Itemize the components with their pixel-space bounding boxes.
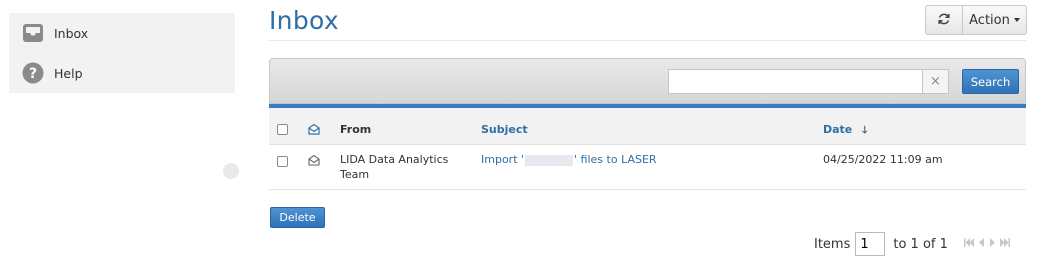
previous-page-icon[interactable] — [978, 238, 985, 250]
search-input[interactable] — [668, 69, 922, 94]
refresh-button[interactable] — [926, 6, 963, 34]
sidebar: Inbox ? Help — [9, 13, 235, 93]
caret-down-icon — [1013, 18, 1020, 22]
read-status-icon[interactable] — [308, 123, 320, 135]
help-icon: ? — [22, 62, 44, 84]
clear-search-button[interactable]: × — [922, 69, 949, 94]
svg-text:?: ? — [29, 66, 37, 82]
table-header: From Subject Date 🡓 — [269, 108, 1026, 145]
page-number-input[interactable] — [855, 232, 886, 256]
page-title: Inbox — [269, 6, 339, 35]
sidebar-item-label: Help — [54, 65, 83, 81]
redacted-text — [525, 154, 574, 166]
pagination: Items to 1 of 1 — [814, 232, 1010, 256]
close-icon: × — [930, 74, 941, 89]
column-header-subject[interactable]: Subject — [481, 123, 528, 136]
select-all-checkbox[interactable] — [277, 124, 288, 135]
sort-descending-icon: 🡓 — [862, 125, 868, 136]
items-label: Items — [814, 236, 851, 252]
refresh-icon — [937, 12, 951, 29]
scroll-handle[interactable] — [223, 163, 239, 179]
inbox-tray-icon — [22, 22, 44, 44]
message-from: LIDA Data Analytics Team — [340, 153, 449, 181]
sidebar-item-label: Inbox — [54, 25, 89, 41]
last-page-icon[interactable] — [999, 238, 1010, 250]
inbox-toolbar: × Search — [269, 58, 1026, 104]
column-header-date[interactable]: Date 🡓 — [823, 123, 867, 140]
action-label: Action — [969, 12, 1010, 28]
pager-nav — [963, 238, 1010, 250]
sidebar-item-help[interactable]: ? Help — [9, 53, 235, 93]
next-page-icon[interactable] — [989, 238, 996, 250]
action-dropdown-button[interactable]: Action — [963, 6, 1026, 34]
message-subject-link[interactable]: Import ' ' files to LASER — [481, 152, 657, 167]
opened-envelope-icon — [308, 154, 320, 166]
subject-prefix: Import ' — [481, 153, 525, 166]
table-row[interactable]: LIDA Data Analytics Team Import ' ' files… — [269, 145, 1026, 190]
row-checkbox[interactable] — [277, 156, 288, 167]
first-page-icon[interactable] — [963, 238, 974, 250]
header-button-group: Action — [925, 5, 1027, 35]
sidebar-item-inbox[interactable]: Inbox — [9, 13, 235, 53]
column-header-from: From — [340, 123, 372, 136]
page-range-text: to 1 of 1 — [893, 236, 948, 252]
search-button[interactable]: Search — [962, 69, 1019, 94]
message-date: 04/25/2022 11:09 am — [823, 153, 943, 166]
subject-suffix: ' files to LASER — [574, 153, 657, 166]
delete-button[interactable]: Delete — [270, 207, 325, 228]
title-divider — [269, 40, 1026, 41]
column-header-date-label: Date — [823, 123, 853, 136]
